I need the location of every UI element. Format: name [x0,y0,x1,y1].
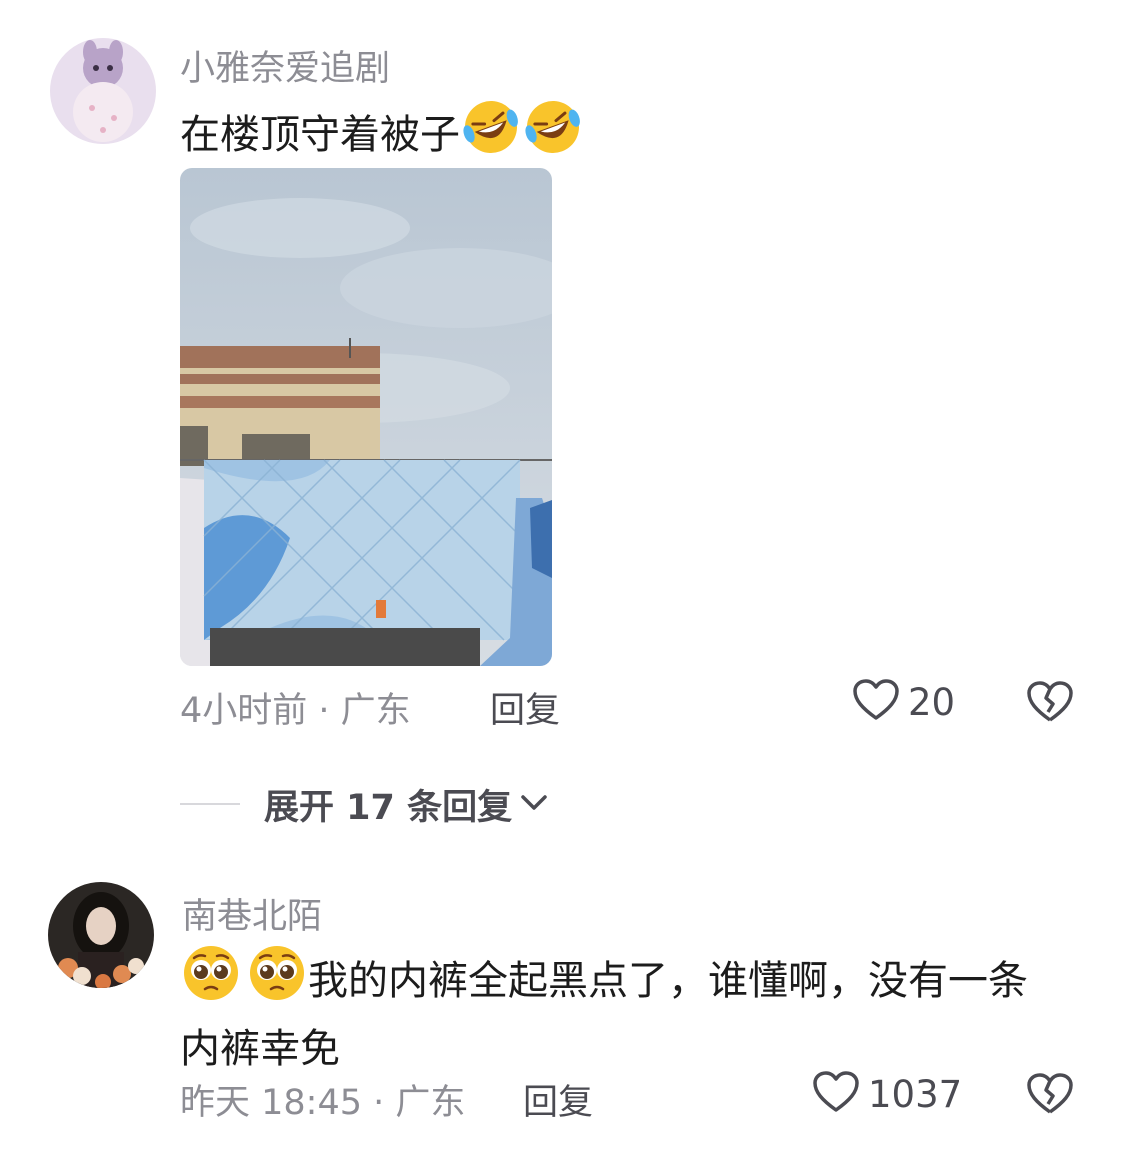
comment-text: 我的内裤全起黑点了，谁懂啊，没有一条内裤幸免 [180,942,1060,1078]
broken-heart-icon [1026,1073,1074,1120]
reply-button[interactable]: 回复 [523,1074,593,1125]
username[interactable]: 南巷北陌 [182,888,322,939]
comment-photo[interactable] [180,168,552,666]
pleading-face-emoji [246,942,308,1020]
heart-icon [812,1070,860,1118]
divider-line [180,803,240,805]
pleading-face-emoji [180,942,242,1020]
comment-item: 南巷北陌 我的内裤全起黑点了，谁懂啊，没有一条内裤幸免 昨天 18:45 · 广… [0,870,1125,1150]
username[interactable]: 小雅奈爱追剧 [180,40,390,91]
avatar[interactable] [48,882,154,988]
like-count: 1037 [868,1072,963,1116]
reply-button[interactable]: 回复 [490,682,560,733]
avatar[interactable] [50,38,156,144]
dislike-button[interactable] [1026,680,1074,728]
expand-replies-button[interactable]: 展开 17 条回复 [180,780,548,828]
expand-replies-label: 展开 17 条回复 [264,787,513,828]
comment-meta: 4小时前 · 广东 [180,691,411,731]
like-button[interactable]: 1037 [812,1070,962,1118]
like-count: 20 [908,680,956,724]
broken-heart-icon [1026,681,1074,728]
dislike-button[interactable] [1026,1072,1074,1120]
comment-text-body: 在楼顶守着被子 [180,112,460,158]
comment-text: 在楼顶守着被子 [180,96,1080,174]
comment-meta: 昨天 18:45 · 广东 [180,1083,466,1123]
heart-icon [852,678,900,726]
rolling-laughing-emoji [522,96,584,174]
comment-item: 小雅奈爱追剧 在楼顶守着被子 4小时前 · 广东 回复 20 展开 17 条回复 [0,0,1125,828]
chevron-down-icon [520,792,548,816]
like-button[interactable]: 20 [852,678,955,726]
